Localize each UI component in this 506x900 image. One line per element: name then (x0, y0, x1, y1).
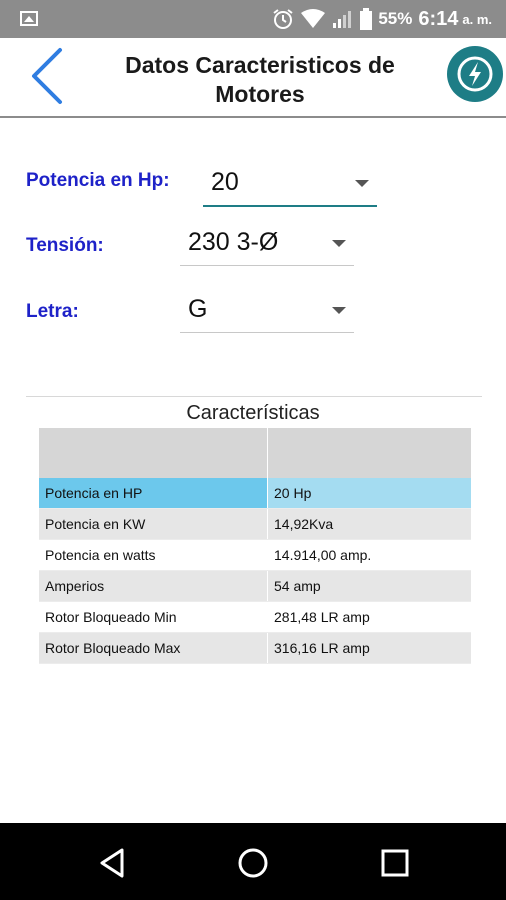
image-notification-icon (20, 11, 38, 26)
potencia-dropdown[interactable]: 20 (203, 155, 377, 207)
table-title: Características (186, 402, 320, 424)
table-header (39, 428, 471, 478)
row-value: 20 Hp (268, 478, 471, 508)
power-button[interactable] (447, 46, 503, 102)
tension-label: Tensión: (26, 235, 104, 256)
characteristics-table: Potencia en HP 20 Hp Potencia en KW 14,9… (39, 428, 471, 664)
nav-home-button[interactable] (236, 846, 270, 880)
potencia-label: Potencia en Hp: (26, 170, 170, 191)
letra-label: Letra: (26, 301, 79, 322)
back-button[interactable] (26, 46, 70, 106)
potencia-value: 20 (211, 168, 239, 196)
row-label: Potencia en KW (39, 509, 268, 539)
row-label: Potencia en watts (39, 540, 268, 570)
page-title: Datos Caracteristicos de Motores (125, 52, 395, 107)
signal-icon (333, 11, 352, 28)
clock-ampm: a. m. (462, 11, 492, 27)
tension-value: 230 3-Ø (188, 228, 279, 256)
back-arrow-icon (32, 48, 62, 104)
nav-recents-button[interactable] (378, 846, 412, 880)
triangle-back-icon (100, 848, 124, 878)
circle-home-icon (238, 848, 268, 878)
table-row[interactable]: Rotor Bloqueado Max 316,16 LR amp (39, 633, 471, 664)
battery-percent: 55% (378, 9, 413, 28)
row-value: 281,48 LR amp (274, 609, 370, 625)
square-recents-icon (381, 849, 409, 877)
divider (26, 396, 482, 397)
app-bar: Datos Caracteristicos de Motores (0, 38, 506, 118)
letra-value: G (188, 295, 208, 323)
row-label: Rotor Bloqueado Max (39, 633, 268, 663)
letra-dropdown[interactable]: G (180, 282, 354, 333)
clock-time: 6:14 (418, 7, 459, 30)
tension-dropdown[interactable]: 230 3-Ø (180, 215, 354, 266)
table-row[interactable]: Rotor Bloqueado Min 281,48 LR amp (39, 602, 471, 633)
table-header-cell (39, 428, 268, 478)
chevron-down-icon (355, 180, 369, 187)
lightning-icon (457, 56, 493, 92)
alarm-icon (273, 9, 293, 29)
battery-icon (360, 8, 373, 30)
row-value: 14.914,00 amp. (274, 547, 372, 563)
row-label: Rotor Bloqueado Min (39, 602, 268, 632)
system-nav-bar (0, 823, 506, 900)
row-value: 54 amp (274, 578, 321, 594)
chevron-down-icon (332, 307, 346, 314)
row-label: Potencia en HP (39, 478, 268, 508)
chevron-down-icon (332, 240, 346, 247)
table-row[interactable]: Potencia en watts 14.914,00 amp. (39, 540, 471, 571)
status-right: 55% 6:14 a. m. (272, 0, 492, 38)
table-row[interactable]: Amperios 54 amp (39, 571, 471, 602)
nav-back-button[interactable] (96, 846, 130, 880)
table-header-cell (268, 428, 471, 478)
status-bar: 55% 6:14 a. m. (0, 0, 506, 38)
row-value: 316,16 LR amp (274, 640, 370, 656)
table-row[interactable]: Potencia en HP 20 Hp (39, 478, 471, 509)
row-label: Amperios (39, 571, 268, 601)
wifi-icon (301, 9, 326, 28)
table-row[interactable]: Potencia en KW 14,92Kva (39, 509, 471, 540)
row-value: 14,92Kva (274, 516, 334, 532)
